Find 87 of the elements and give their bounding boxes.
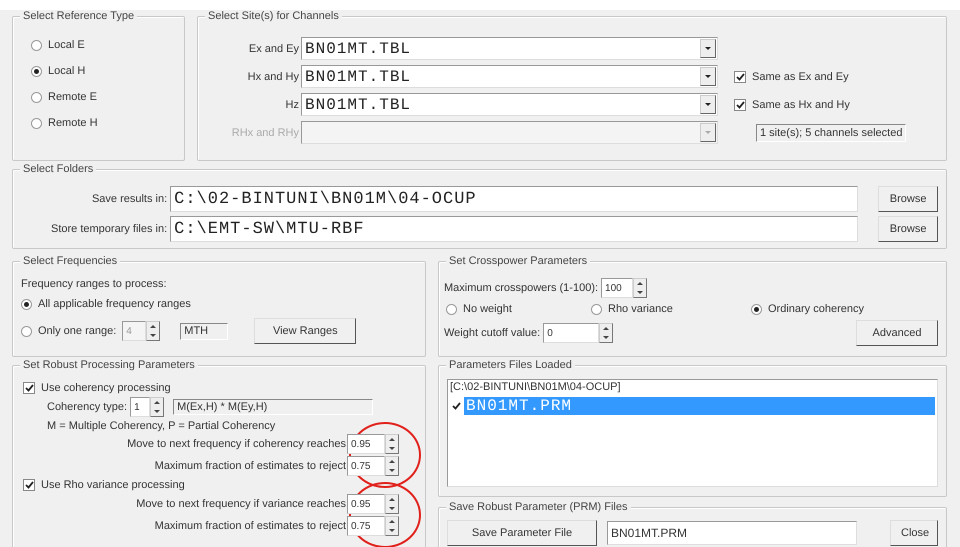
spin-buttons[interactable] [599, 323, 614, 343]
radio-icon[interactable] [21, 326, 32, 336]
advanced-button[interactable]: Advanced [856, 320, 938, 346]
radio-icon[interactable] [21, 298, 32, 310]
checkmark-icon [452, 402, 460, 410]
dropdown[interactable]: BN01MT.TBL [301, 37, 718, 60]
spin-field[interactable]: 100 [601, 278, 634, 298]
field-label: Maximum crosspowers (1-100): [444, 282, 598, 294]
spin-buttons[interactable] [385, 456, 399, 476]
radio-button[interactable]: No weight [446, 303, 591, 315]
radio-icon[interactable] [751, 304, 762, 314]
field-label: Ex and Ey [248, 42, 299, 54]
field-label: Maximum fraction of estimates to reject [154, 520, 346, 532]
checkmark-icon [24, 384, 34, 392]
view-ranges-button[interactable]: View Ranges [254, 318, 356, 344]
radio-icon[interactable] [591, 304, 602, 314]
checkmark-icon [736, 100, 744, 108]
radio-button[interactable]: Only one range: [21, 325, 116, 337]
save-parameter-file-button[interactable]: Save Parameter File [447, 520, 597, 546]
file-list[interactable]: [C:\02-BINTUNI\BN01M\04-OCUP] BN01MT.PRM [447, 379, 938, 487]
spin-buttons[interactable] [385, 434, 399, 454]
field-label: Weight cutoff value: [444, 327, 540, 339]
group-title: Parameters Files Loaded [446, 359, 575, 371]
note-text: M = Multiple Coherency, P = Partial Coherency [46, 420, 276, 432]
radio-icon[interactable] [31, 118, 42, 128]
field-label: Save results in: [90, 193, 168, 205]
caret-icon [705, 131, 711, 134]
checkmark-icon [736, 72, 744, 80]
checkbox[interactable]: Same as Ex and Ey [734, 70, 849, 82]
group-title: Set Robust Processing Parameters [20, 359, 198, 371]
spin-field[interactable]: 0.75 [347, 516, 385, 536]
radio-button[interactable]: Remote E [31, 91, 176, 103]
spin-buttons[interactable] [150, 397, 164, 417]
field-label: Store temporary files in: [50, 223, 168, 235]
group-title: Set Crosspower Parameters [446, 255, 590, 267]
field-label: Coherency type: [47, 401, 128, 413]
field-label: Hz [284, 98, 299, 110]
spin-buttons[interactable] [385, 494, 399, 514]
formula-text: M(Ex,H) * M(Ey,H) [173, 399, 374, 415]
checkbox[interactable]: Same as Hx and Hy [734, 98, 850, 110]
range-name: MTH [180, 322, 228, 340]
checkbox[interactable]: Use Rho variance processing [23, 479, 417, 491]
dropdown[interactable]: BN01MT.TBL [301, 93, 718, 116]
path-field[interactable]: C:\EMT-SW\MTU-RBF [170, 216, 858, 242]
group-title: Select Folders [20, 163, 96, 175]
radio-icon[interactable] [31, 40, 42, 50]
field-label: Hx and Hy [246, 70, 299, 82]
filename-field[interactable]: BN01MT.PRM [607, 521, 857, 545]
group-title: Save Robust Parameter (PRM) Files [446, 501, 630, 513]
spin-field[interactable]: 0.75 [347, 456, 385, 476]
radio-button[interactable]: Local H [31, 65, 176, 77]
field-label: Maximum fraction of estimates to reject [154, 460, 346, 472]
group-title: Select Frequencies [20, 255, 120, 267]
checkbox[interactable] [450, 400, 462, 412]
radio-button[interactable]: Ordinary coherency [751, 303, 864, 315]
radio-icon[interactable] [31, 92, 42, 102]
radio-icon[interactable] [446, 304, 457, 314]
browse-button[interactable]: Browse [878, 216, 938, 242]
close-button[interactable]: Close [890, 520, 938, 546]
browse-button[interactable]: Browse [878, 186, 938, 212]
radio-icon[interactable] [31, 66, 42, 76]
status-text: 1 site(s); 5 channels selected [756, 124, 906, 142]
folder-path: [C:\02-BINTUNI\BN01M\04-OCUP] [450, 381, 622, 393]
radio-button[interactable]: All applicable frequency ranges [21, 298, 417, 310]
caption-text: Frequency ranges to process: [21, 278, 168, 290]
spin-buttons[interactable] [146, 321, 160, 341]
spin-field[interactable]: 0.95 [347, 494, 385, 514]
group-title: Select Reference Type [20, 10, 138, 22]
spin-buttons[interactable] [385, 516, 399, 536]
radio-button[interactable]: Rho variance [591, 303, 751, 315]
field-label: Move to next frequency if variance reaches [136, 498, 346, 510]
group-title: Select Site(s) for Channels [205, 10, 342, 22]
caret-icon [705, 103, 711, 106]
caret-icon [705, 47, 711, 50]
spin-field[interactable]: 1 [130, 397, 150, 417]
caret-icon [705, 75, 711, 78]
spin-field[interactable]: 0 [543, 323, 600, 343]
field-label: RHx and RHy [230, 126, 299, 138]
radio-button[interactable]: Remote H [31, 117, 176, 129]
radio-button[interactable]: Local E [31, 39, 176, 51]
field-label: Move to next frequency if coherency reaches [127, 438, 346, 450]
spin-field[interactable]: 0.95 [347, 434, 385, 454]
checkbox[interactable]: Use coherency processing [23, 382, 417, 394]
path-field[interactable]: C:\02-BINTUNI\BN01M\04-OCUP [170, 186, 858, 212]
dropdown[interactable]: BN01MT.TBL [301, 65, 718, 88]
spin-buttons[interactable] [633, 278, 648, 298]
checkmark-icon [24, 481, 34, 489]
